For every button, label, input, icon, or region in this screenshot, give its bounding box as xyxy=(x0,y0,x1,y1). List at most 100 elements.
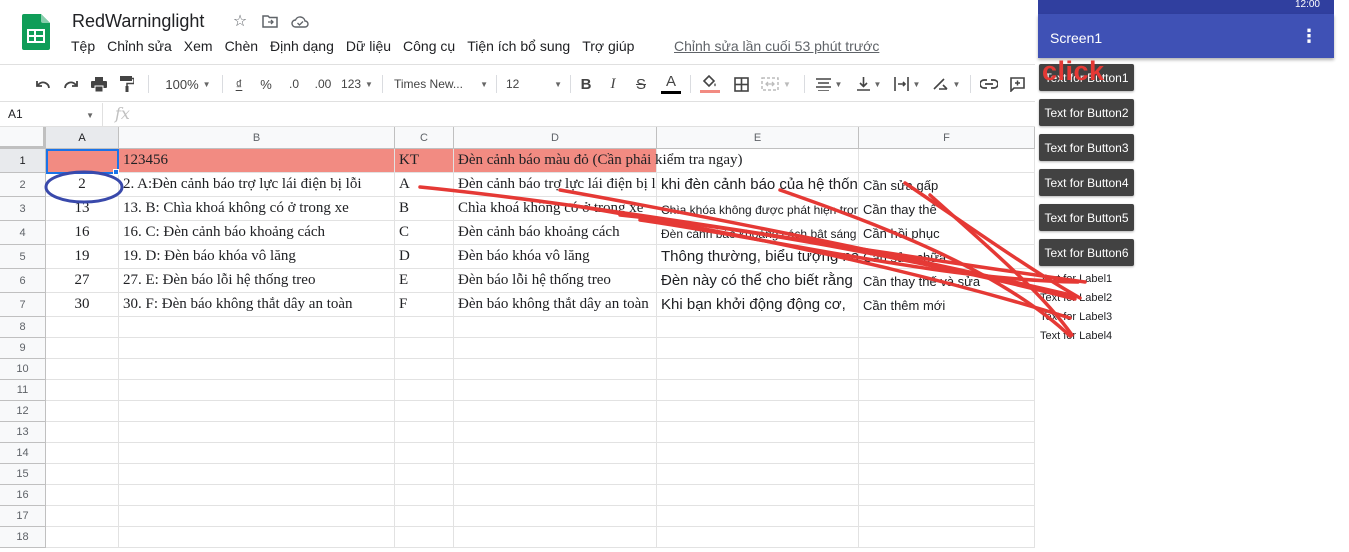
row-header-16[interactable]: 16 xyxy=(0,485,46,506)
increase-decimal-button[interactable]: .00 xyxy=(310,73,336,95)
menu-help[interactable]: Trợ giúp xyxy=(582,38,634,54)
cell-f3[interactable]: Cần thay thế xyxy=(859,197,1035,221)
cell-b6[interactable]: 27. E: Đèn báo lỗi hệ thống treo xyxy=(119,269,395,293)
row-header-17[interactable]: 17 xyxy=(0,506,46,527)
currency-format-button[interactable]: ₫ xyxy=(230,73,248,95)
cell-d5[interactable]: Đèn báo khóa vô lăng xyxy=(454,245,657,269)
row-header-14[interactable]: 14 xyxy=(0,443,46,464)
row-header-9[interactable]: 9 xyxy=(0,338,46,359)
cell-e7[interactable]: Khi bạn khởi động động cơ, xyxy=(657,293,859,317)
cell-e3[interactable]: Chìa khóa không được phát hiện trong xe xyxy=(657,197,859,221)
cell-d2[interactable]: Đèn cảnh báo trợ lực lái điện bị lỗi xyxy=(454,173,657,197)
cell-c5[interactable]: D xyxy=(395,245,454,269)
column-header-a[interactable]: A xyxy=(46,127,119,149)
column-header-b[interactable]: B xyxy=(119,127,395,149)
undo-icon[interactable] xyxy=(32,73,54,95)
fill-handle[interactable] xyxy=(113,169,119,175)
row-header-18[interactable]: 18 xyxy=(0,527,46,548)
cell-b1[interactable]: 123456 xyxy=(119,149,395,173)
horizontal-align-icon[interactable]: ▼ xyxy=(812,73,846,95)
last-edit-link[interactable]: Chỉnh sửa lần cuối 53 phút trước xyxy=(674,38,879,54)
text-wrap-icon[interactable]: ▼ xyxy=(890,73,924,95)
row-header-4[interactable]: 4 xyxy=(0,221,46,245)
cell-d4[interactable]: Đèn cảnh báo khoảng cách xyxy=(454,221,657,245)
row-header-11[interactable]: 11 xyxy=(0,380,46,401)
column-header-c[interactable]: C xyxy=(395,127,454,149)
row-header-10[interactable]: 10 xyxy=(0,359,46,380)
borders-icon[interactable] xyxy=(730,73,752,95)
cloud-status-icon[interactable] xyxy=(290,11,310,31)
app-button-2[interactable]: Text for Button2 xyxy=(1039,99,1134,126)
cell-b2[interactable]: 2. A:Đèn cảnh báo trợ lực lái điện bị lỗ… xyxy=(119,173,395,197)
cell-f6[interactable]: Cần thay thế và sửa xyxy=(859,269,1035,293)
menu-tools[interactable]: Công cụ xyxy=(403,38,455,54)
menu-addons[interactable]: Tiện ích bổ sung xyxy=(467,38,570,54)
cell-c2[interactable]: A xyxy=(395,173,454,197)
cell-c3[interactable]: B xyxy=(395,197,454,221)
row-header-3[interactable]: 3 xyxy=(0,197,46,221)
app-button-3[interactable]: Text for Button3 xyxy=(1039,134,1134,161)
cell-a3[interactable]: 13 xyxy=(46,197,119,221)
star-icon[interactable]: ☆ xyxy=(230,11,250,31)
row-header-7[interactable]: 7 xyxy=(0,293,46,317)
column-header-f[interactable]: F xyxy=(859,127,1035,149)
cell-a6[interactable]: 27 xyxy=(46,269,119,293)
cell-e4[interactable]: Đèn cảnh báo khoảng cách bật sáng xyxy=(657,221,859,245)
app-button-4[interactable]: Text for Button4 xyxy=(1039,169,1134,196)
cell-c4[interactable]: C xyxy=(395,221,454,245)
cell-c6[interactable]: E xyxy=(395,269,454,293)
cell-f2[interactable]: Cần sửa gấp xyxy=(859,173,1035,197)
menu-format[interactable]: Định dạng xyxy=(270,38,334,54)
row-header-6[interactable]: 6 xyxy=(0,269,46,293)
cell-b4[interactable]: 16. C: Đèn cảnh báo khoảng cách xyxy=(119,221,395,245)
number-format-select[interactable]: 123 ▼ xyxy=(340,73,374,95)
cell-d1[interactable]: Đèn cảnh báo màu đỏ (Cần phải kiểm tra n… xyxy=(454,149,743,173)
cell-d7[interactable]: Đèn báo không thắt dây an toàn xyxy=(454,293,657,317)
cell-b5[interactable]: 19. D: Đèn báo khóa vô lăng xyxy=(119,245,395,269)
row-header-15[interactable]: 15 xyxy=(0,464,46,485)
cell-e6[interactable]: Đèn này có thể cho biết rằng xyxy=(657,269,859,293)
cell-a5[interactable]: 19 xyxy=(46,245,119,269)
cell-c7[interactable]: F xyxy=(395,293,454,317)
name-box[interactable]: A1 ▼ xyxy=(0,103,103,126)
text-rotation-icon[interactable]: ▼ xyxy=(928,73,964,95)
menu-edit[interactable]: Chỉnh sửa xyxy=(107,38,172,54)
font-size-select[interactable]: 12 ▼ xyxy=(506,73,562,95)
column-header-d[interactable]: D xyxy=(454,127,657,149)
row-header-8[interactable]: 8 xyxy=(0,317,46,338)
document-title[interactable]: RedWarninglight xyxy=(72,11,204,32)
cell-e5[interactable]: Thông thường, biểu tượng này xyxy=(657,245,859,269)
bold-button[interactable]: B xyxy=(576,73,596,95)
cell-e2[interactable]: khi đèn cảnh báo của hệ thống xyxy=(657,173,859,197)
decrease-decimal-button[interactable]: .0 xyxy=(283,73,305,95)
vertical-align-icon[interactable]: ▼ xyxy=(852,73,886,95)
cell-a2[interactable]: 2 xyxy=(46,173,119,197)
paint-format-icon[interactable] xyxy=(116,73,138,95)
font-select[interactable]: Times New... ▼ xyxy=(394,73,488,95)
cell-d6[interactable]: Đèn báo lỗi hệ thống treo xyxy=(454,269,657,293)
text-color-button[interactable]: A xyxy=(660,73,682,95)
row-header-13[interactable]: 13 xyxy=(0,422,46,443)
cell-f7[interactable]: Cần thêm mới xyxy=(859,293,1035,317)
percent-format-button[interactable]: % xyxy=(256,73,276,95)
cell-c1[interactable]: KT xyxy=(395,149,454,173)
insert-link-icon[interactable] xyxy=(978,73,1000,95)
strikethrough-button[interactable]: S xyxy=(631,73,651,95)
row-header-5[interactable]: 5 xyxy=(0,245,46,269)
cell-d3[interactable]: Chìa khoá không có ở trong xe xyxy=(454,197,657,221)
cell-b7[interactable]: 30. F: Đèn báo không thắt dây an toàn xyxy=(119,293,395,317)
cell-b3[interactable]: 13. B: Chìa khoá không có ở trong xe xyxy=(119,197,395,221)
move-folder-icon[interactable] xyxy=(260,11,280,31)
cell-f5[interactable]: Cần sửa chữa xyxy=(859,245,1035,269)
row-header-1[interactable]: 1 xyxy=(0,149,46,173)
menu-insert[interactable]: Chèn xyxy=(225,38,258,54)
row-header-2[interactable]: 2 xyxy=(0,173,46,197)
column-header-e[interactable]: E xyxy=(657,127,859,149)
app-button-5[interactable]: Text for Button5 xyxy=(1039,204,1134,231)
print-icon[interactable] xyxy=(88,73,110,95)
insert-comment-icon[interactable] xyxy=(1006,73,1028,95)
merge-cells-icon[interactable]: ▼ xyxy=(758,73,794,95)
cell-f1[interactable] xyxy=(859,149,1035,173)
row-header-12[interactable]: 12 xyxy=(0,401,46,422)
zoom-select[interactable]: 100% ▼ xyxy=(160,73,216,95)
